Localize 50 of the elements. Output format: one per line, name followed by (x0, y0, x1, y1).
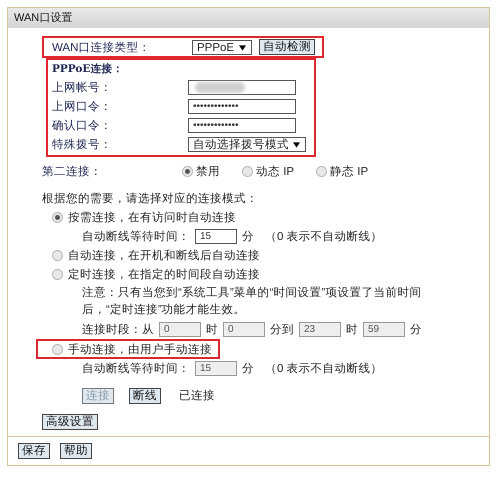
field-label: 确认口令： (52, 118, 113, 133)
option-label: 自动连接，在开机和断线后自动连接 (68, 248, 260, 263)
radio-button[interactable] (52, 269, 63, 280)
option-label: 定时连接，在指定的时间段自动连接 (68, 268, 260, 282)
footer-button[interactable]: 保存 (18, 443, 50, 459)
dial-mode-dropdown[interactable]: 自动选择拨号模式 (188, 137, 306, 152)
hint-text: （0 表示不自动断线） (265, 362, 383, 376)
field-label: 连接时段：从 (82, 322, 154, 337)
radio-button[interactable] (316, 166, 328, 176)
option-label: 禁用 (196, 164, 220, 178)
field-label: 第二连接： (42, 164, 103, 178)
option-label: 动态 IP (256, 164, 294, 178)
connection-button[interactable]: 断线 (129, 388, 161, 404)
field-label: WAN口连接类型： (52, 40, 152, 54)
instruction-text: 根据您的需要，请选择对应的连接模式： (42, 192, 259, 207)
input-field[interactable] (188, 80, 296, 95)
unit-label: 分 (242, 230, 254, 244)
radio-button[interactable] (182, 166, 193, 176)
unit-label: 时 (206, 322, 218, 337)
radio-button[interactable] (52, 344, 63, 354)
radio-button[interactable] (52, 250, 63, 261)
option-label: 静态 IP (330, 164, 368, 178)
advanced-button[interactable]: 高级设置 (42, 414, 98, 430)
note-text: 注意：只有当您到“系统工具”菜单的“时间设置”项设置了当前时间后，“定时连接”功能才能生效。 (82, 285, 422, 318)
blurred-value (195, 82, 245, 93)
radio-button[interactable] (52, 212, 63, 223)
panel-title: WAN口设置 (8, 8, 489, 28)
type-dropdown[interactable]: PPPoE (192, 40, 252, 54)
field-label: 自动断线等待时间： (82, 230, 190, 244)
detect-button[interactable]: 自动检测 (259, 39, 315, 55)
option-label: 按需连接，在有访问时自动连接 (68, 210, 236, 225)
field-label: 特殊拨号： (52, 138, 113, 152)
footer-button[interactable]: 帮助 (60, 443, 92, 459)
caret-icon (293, 142, 300, 148)
password-field[interactable]: ••••••••••••• (188, 118, 296, 133)
unit-label: 时 (346, 322, 358, 337)
hint-text: （0 表示不自动断线） (265, 230, 383, 244)
input-field[interactable]: 15 (195, 229, 237, 244)
option-label: 手动连接，由用户手动连接 (68, 342, 212, 356)
password-field[interactable]: ••••••••••••• (188, 99, 296, 114)
field-label: 自动断线等待时间： (82, 362, 190, 376)
section-heading: PPPoE连接： (52, 62, 124, 77)
field-label: 上网口令： (52, 100, 113, 114)
unit-label: 分到 (270, 322, 294, 337)
field-label: 上网帐号： (52, 80, 113, 95)
caret-icon (239, 44, 246, 50)
unit-label: 分 (242, 362, 254, 376)
unit-label: 分 (410, 322, 422, 337)
status-text: 已连接 (179, 388, 215, 403)
radio-button[interactable] (242, 166, 253, 176)
